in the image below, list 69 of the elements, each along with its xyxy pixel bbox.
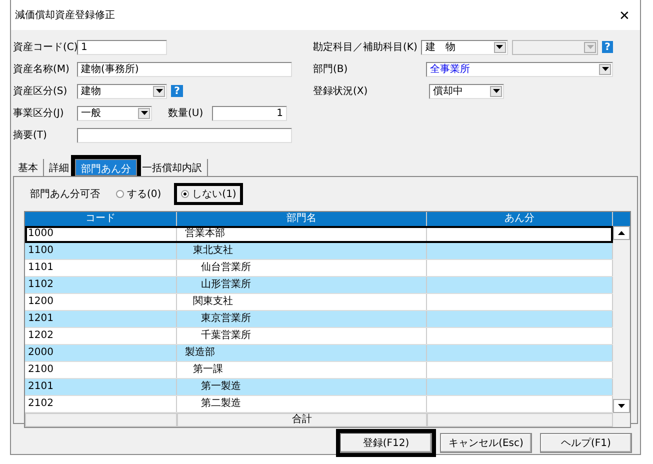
field-label: 勘定科目／補助科目(K) xyxy=(313,40,418,54)
table-cell: 2100 xyxy=(25,362,177,378)
caret-down-icon xyxy=(618,404,625,408)
radio-option[interactable]: する(0) xyxy=(112,186,166,202)
field-label: 資産区分(S) xyxy=(13,84,68,98)
column-header: あん分 xyxy=(427,212,613,226)
field-label: 資産名称(M) xyxy=(13,62,70,76)
caret-up-icon xyxy=(618,231,625,235)
table-cell: 1200 xyxy=(25,294,177,310)
total-label: 合計 xyxy=(177,413,427,427)
field-label: 摘要(T) xyxy=(13,128,48,142)
dropdown[interactable]: 一般 xyxy=(77,106,152,120)
table-cell: 千葉営業所 xyxy=(177,328,427,344)
quantity-field[interactable]: 1 xyxy=(212,106,287,120)
table-cell: 第一製造 xyxy=(177,379,427,395)
caret-icon[interactable] xyxy=(494,42,506,52)
field-label: 事業区分(J) xyxy=(13,106,65,120)
table-cell: 製造部 xyxy=(177,345,427,361)
header-filler xyxy=(613,212,630,226)
table-cell: 第一課 xyxy=(177,362,427,378)
text-field[interactable]: 建物(事務所) xyxy=(77,62,292,76)
scrollbar[interactable] xyxy=(613,226,630,413)
field-label: 数量(U) xyxy=(168,107,204,120)
table-cell: 1100 xyxy=(25,243,177,259)
caret-icon[interactable] xyxy=(599,64,611,74)
table-cell: 1101 xyxy=(25,260,177,276)
dropdown[interactable]: 建物 xyxy=(77,84,167,98)
table-row[interactable]: 2101 第一製造 xyxy=(25,379,613,396)
table-row[interactable]: 1000 営業本部 xyxy=(25,226,613,243)
field-label: 部門(B) xyxy=(313,62,349,76)
table-row[interactable]: 1100 東北支社 xyxy=(25,243,613,260)
dialog-button[interactable]: キャンセル(Esc) xyxy=(440,433,532,453)
table-row[interactable]: 1201 東京営業所 xyxy=(25,311,613,328)
table-cell: 1201 xyxy=(25,311,177,327)
window-title: 減価償却資産登録修正 xyxy=(15,8,115,22)
help-icon[interactable]: ? xyxy=(602,41,613,53)
table-cell: 関東支社 xyxy=(177,294,427,310)
dialog-button[interactable]: ヘルプ(F1) xyxy=(540,433,632,453)
help-icon[interactable]: ? xyxy=(171,85,183,97)
table-cell: 仙台営業所 xyxy=(177,260,427,276)
caret-icon[interactable] xyxy=(138,108,150,118)
table-cell: 第二製造 xyxy=(177,396,427,412)
option-label: 部門あん分可否 xyxy=(30,188,100,201)
scroll-up-button[interactable] xyxy=(613,226,630,240)
column-header: 部門名 xyxy=(177,212,427,226)
scroll-down-button[interactable] xyxy=(613,399,630,413)
close-button[interactable]: ✕ xyxy=(615,6,634,24)
dropdown[interactable]: 建 物 xyxy=(421,40,508,54)
radio-option[interactable]: しない(1) xyxy=(177,186,240,202)
dropdown[interactable]: 償却中 xyxy=(429,84,504,98)
table-row[interactable]: 2000 製造部 xyxy=(25,345,613,362)
column-header: コード xyxy=(25,212,177,226)
table-cell: 1202 xyxy=(25,328,177,344)
text-field[interactable] xyxy=(77,128,292,142)
caret-icon[interactable] xyxy=(490,86,502,96)
table-cell: 2102 xyxy=(25,396,177,412)
table-cell: 1102 xyxy=(25,277,177,293)
table-cell: 東京営業所 xyxy=(177,311,427,327)
table-cell: 営業本部 xyxy=(177,226,427,242)
table-row[interactable]: 1102 山形営業所 xyxy=(25,277,613,294)
field-label: 登録状況(X) xyxy=(313,84,369,98)
table-cell: 東北支社 xyxy=(177,243,427,259)
table-cell: 山形営業所 xyxy=(177,277,427,293)
table-cell: 2000 xyxy=(25,345,177,361)
dropdown[interactable]: 全事業所 xyxy=(426,62,613,76)
table-cell: 1000 xyxy=(25,226,177,242)
caret-icon[interactable] xyxy=(153,86,165,96)
table-cell: 2101 xyxy=(25,379,177,395)
text-field[interactable]: 1 xyxy=(77,40,167,54)
